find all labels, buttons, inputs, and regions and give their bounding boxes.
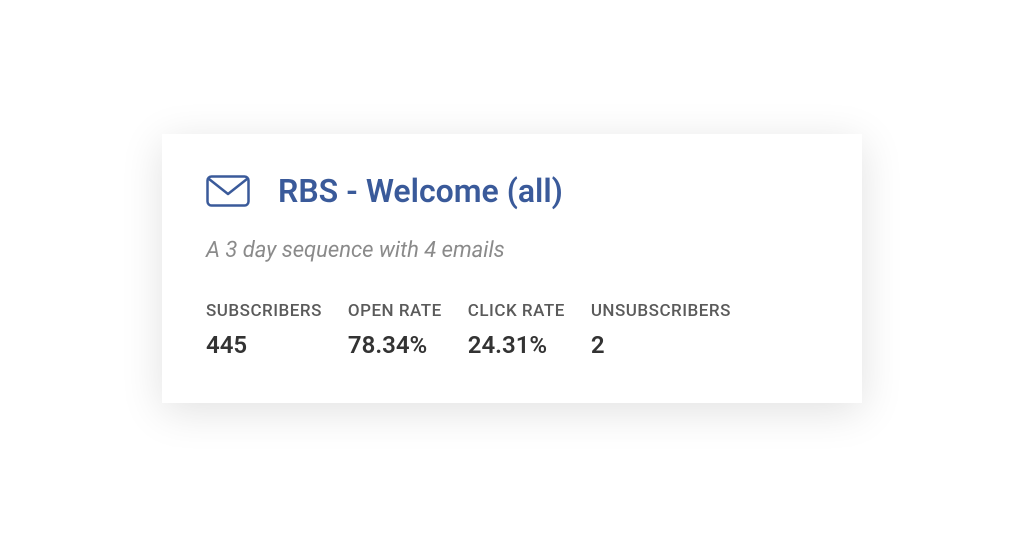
stat-open-rate: OPEN RATE 78.34%	[348, 301, 442, 359]
card-header: RBS - Welcome (all)	[206, 172, 818, 210]
stat-click-rate: CLICK RATE 24.31%	[468, 301, 565, 359]
stat-value: 2	[591, 331, 731, 359]
stat-label: OPEN RATE	[348, 301, 442, 321]
stats-row: SUBSCRIBERS 445 OPEN RATE 78.34% CLICK R…	[206, 301, 818, 359]
stat-label: UNSUBSCRIBERS	[591, 301, 731, 321]
sequence-subtitle: A 3 day sequence with 4 emails	[206, 238, 818, 263]
stat-value: 78.34%	[348, 331, 442, 359]
stat-unsubscribers: UNSUBSCRIBERS 2	[591, 301, 731, 359]
envelope-icon	[206, 175, 250, 207]
stat-value: 24.31%	[468, 331, 565, 359]
stat-value: 445	[206, 331, 322, 359]
sequence-title: RBS - Welcome (all)	[278, 172, 563, 210]
stat-label: SUBSCRIBERS	[206, 301, 322, 321]
sequence-card[interactable]: RBS - Welcome (all) A 3 day sequence wit…	[162, 134, 862, 403]
stat-subscribers: SUBSCRIBERS 445	[206, 301, 322, 359]
stat-label: CLICK RATE	[468, 301, 565, 321]
